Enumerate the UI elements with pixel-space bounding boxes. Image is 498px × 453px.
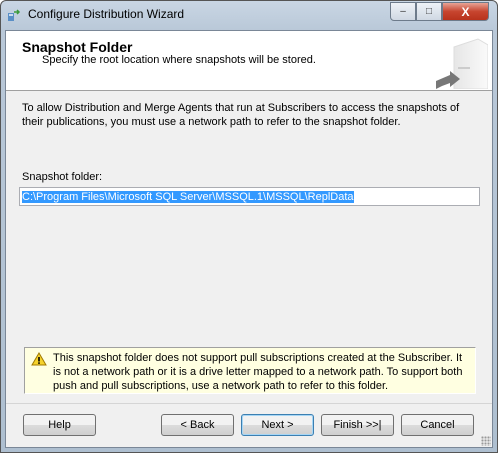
warning-message: This snapshot folder does not support pu… — [24, 347, 476, 394]
next-button[interactable]: Next > — [241, 414, 314, 436]
title-bar[interactable]: Configure Distribution Wizard – □ X — [1, 1, 497, 29]
page-title: Snapshot Folder — [22, 39, 133, 55]
snapshot-folder-label: Snapshot folder: — [22, 171, 103, 183]
maximize-button[interactable]: □ — [416, 2, 442, 21]
cancel-button[interactable]: Cancel — [401, 414, 474, 436]
close-button[interactable]: X — [442, 2, 489, 21]
resize-grip[interactable] — [481, 436, 491, 446]
warning-icon — [31, 352, 47, 366]
snapshot-folder-value: C:\Program Files\Microsoft SQL Server\MS… — [22, 191, 354, 203]
wizard-window: Configure Distribution Wizard – □ X Snap… — [0, 0, 498, 453]
finish-button[interactable]: Finish >>| — [321, 414, 394, 436]
wizard-client-area: Snapshot Folder Specify the root locatio… — [5, 30, 493, 448]
page-subtitle: Specify the root location where snapshot… — [42, 54, 316, 66]
footer-divider — [6, 403, 492, 404]
intro-text: To allow Distribution and Merge Agents t… — [22, 102, 460, 128]
help-button[interactable]: Help — [23, 414, 96, 436]
back-button[interactable]: < Back — [161, 414, 234, 436]
snapshot-folder-input[interactable]: C:\Program Files\Microsoft SQL Server\MS… — [19, 187, 480, 206]
window-title: Configure Distribution Wizard — [28, 7, 185, 21]
wizard-app-icon — [8, 9, 21, 21]
warning-text: This snapshot folder does not support pu… — [53, 352, 463, 392]
wizard-header: Snapshot Folder Specify the root locatio… — [6, 31, 492, 91]
minimize-button[interactable]: – — [390, 2, 416, 21]
server-arrow-icon — [436, 38, 488, 89]
